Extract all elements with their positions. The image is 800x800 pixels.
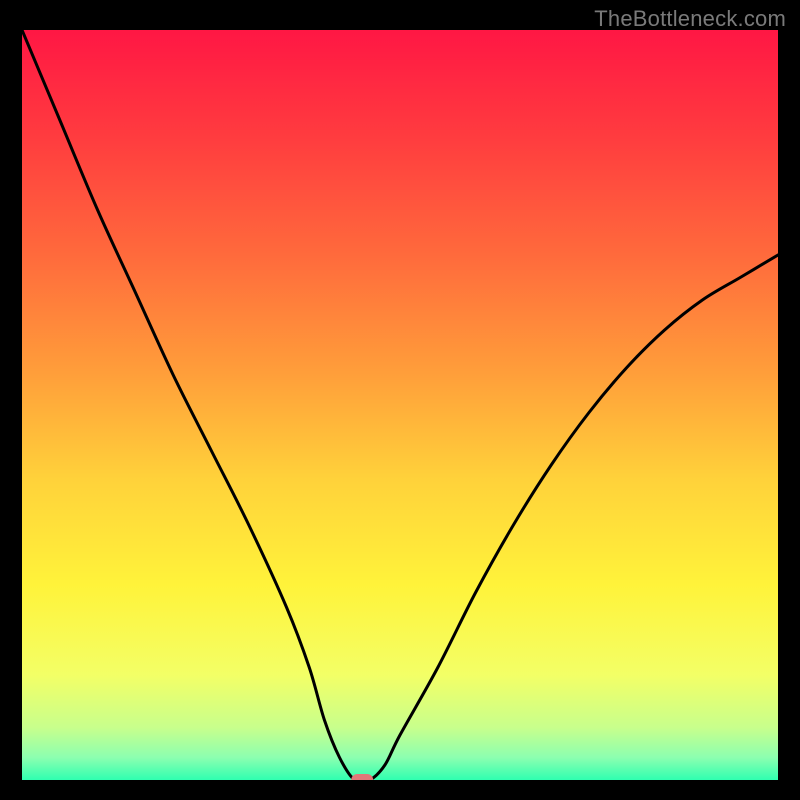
plot-area <box>22 30 778 780</box>
optimum-marker <box>351 774 373 780</box>
bottleneck-chart <box>22 30 778 780</box>
watermark-text: TheBottleneck.com <box>594 6 786 32</box>
gradient-background <box>22 30 778 780</box>
chart-frame: TheBottleneck.com <box>0 0 800 800</box>
